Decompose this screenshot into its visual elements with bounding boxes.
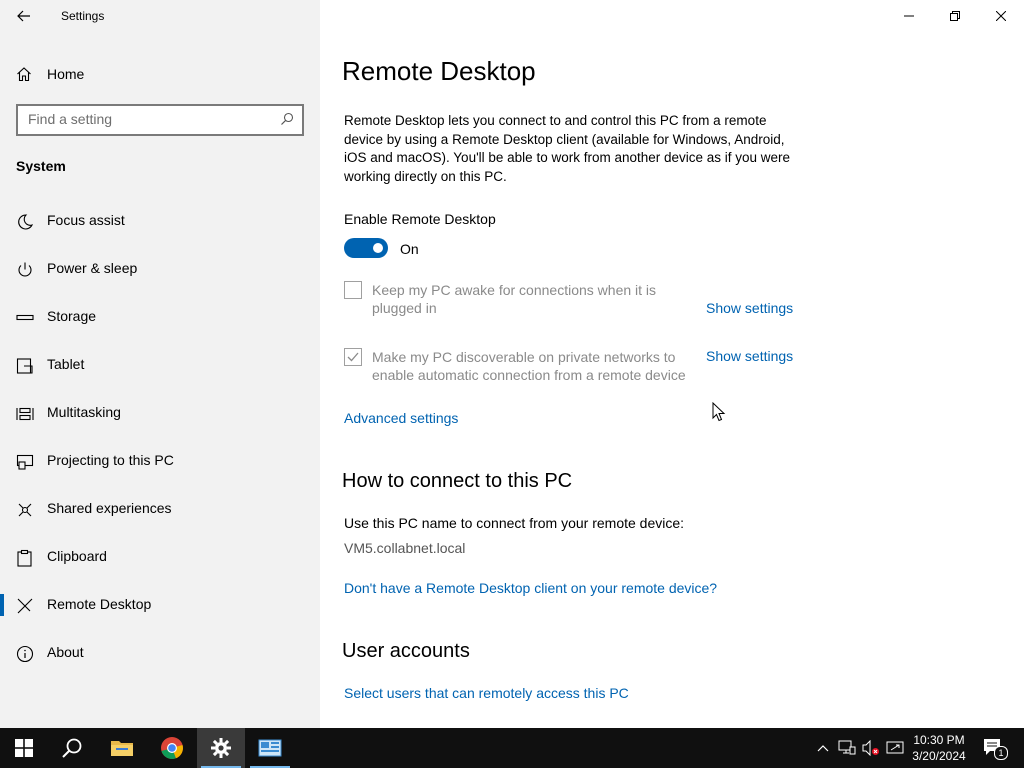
sidebar-item-label: Remote Desktop — [47, 596, 152, 612]
search-box[interactable] — [16, 104, 304, 136]
search-icon[interactable] — [280, 112, 294, 126]
main-content: Remote Desktop Remote Desktop lets you c… — [320, 0, 1024, 728]
keep-awake-label: Keep my PC awake for connections when it… — [372, 282, 657, 316]
storage-icon — [16, 314, 34, 321]
moon-icon — [18, 214, 34, 230]
toggle-state-label: On — [400, 241, 419, 257]
chrome-button[interactable] — [148, 728, 196, 768]
sidebar: Settings Home System Focus assist Power … — [0, 0, 320, 728]
sidebar-item-projecting[interactable]: Projecting to this PC — [0, 437, 320, 485]
sidebar-item-multitasking[interactable]: Multitasking — [0, 389, 320, 437]
sidebar-item-label: About — [47, 644, 84, 660]
sidebar-item-shared-experiences[interactable]: Shared experiences — [0, 485, 320, 533]
taskbar-search-button[interactable] — [48, 728, 96, 768]
pc-name: VM5.collabnet.local — [344, 540, 466, 556]
user-accounts-heading: User accounts — [342, 640, 470, 662]
volume-tray-button[interactable] — [861, 738, 881, 758]
enable-remote-desktop-toggle[interactable] — [344, 238, 388, 258]
connect-heading: How to connect to this PC — [342, 470, 573, 492]
projecting-icon — [16, 454, 34, 470]
settings-taskbar-button[interactable] — [197, 728, 245, 768]
sidebar-item-label: Focus assist — [47, 212, 125, 228]
sidebar-nav: Focus assist Power & sleep Storage Table… — [0, 197, 320, 677]
advanced-settings-link[interactable]: Advanced settings — [344, 410, 458, 426]
remote-desktop-app-button[interactable] — [246, 728, 294, 768]
clock-time: 10:30 PM — [913, 733, 965, 747]
network-tray-button[interactable] — [837, 738, 857, 758]
network-icon — [838, 740, 856, 755]
search-input[interactable] — [28, 111, 268, 127]
toggle-knob — [373, 243, 383, 253]
clock-date: 3/20/2024 — [912, 749, 966, 763]
discoverable-show-settings-link[interactable]: Show settings — [706, 348, 793, 364]
remote-desktop-icon — [17, 598, 33, 614]
sidebar-item-clipboard[interactable]: Clipboard — [0, 533, 320, 581]
sidebar-item-storage[interactable]: Storage — [0, 293, 320, 341]
connect-instructions: Use this PC name to connect from your re… — [344, 515, 685, 531]
action-center-button[interactable]: 1 — [982, 738, 1008, 760]
get-client-link[interactable]: Don't have a Remote Desktop client on yo… — [344, 580, 717, 596]
select-users-link[interactable]: Select users that can remotely access th… — [344, 685, 629, 701]
page-title: Remote Desktop — [342, 56, 536, 86]
gear-icon — [211, 738, 231, 758]
sidebar-item-focus-assist[interactable]: Focus assist — [0, 197, 320, 245]
remote-session-tray-button[interactable] — [885, 738, 905, 758]
checkmark-icon — [347, 352, 359, 362]
sidebar-item-tablet[interactable]: Tablet — [0, 341, 320, 389]
volume-muted-icon — [862, 740, 879, 756]
sidebar-item-about[interactable]: About — [0, 629, 320, 677]
folder-icon — [111, 741, 133, 756]
sidebar-item-label: Shared experiences — [47, 500, 172, 516]
enable-remote-desktop-label: Enable Remote Desktop — [344, 211, 496, 227]
sidebar-item-label: Multitasking — [47, 404, 121, 420]
windows-logo-icon — [15, 739, 33, 757]
system-clock[interactable]: 10:30 PM 3/20/2024 — [905, 732, 973, 764]
power-icon — [18, 262, 32, 277]
home-button[interactable]: Home — [16, 62, 304, 86]
section-label-system: System — [16, 158, 66, 174]
show-hidden-icons-button[interactable] — [813, 738, 833, 758]
chevron-up-icon — [817, 745, 829, 752]
notification-count-badge: 1 — [994, 746, 1008, 760]
discoverable-checkbox[interactable] — [344, 348, 362, 366]
app-title: Settings — [61, 9, 105, 23]
back-arrow-icon — [17, 10, 30, 22]
mouse-cursor-icon — [712, 402, 726, 422]
chrome-icon — [161, 737, 183, 760]
sidebar-item-label: Power & sleep — [47, 260, 138, 276]
home-label: Home — [47, 66, 85, 82]
search-icon — [62, 738, 82, 758]
keep-awake-checkbox[interactable] — [344, 281, 362, 299]
sidebar-item-remote-desktop[interactable]: Remote Desktop — [0, 581, 320, 629]
clipboard-icon — [17, 549, 32, 567]
sidebar-item-label: Clipboard — [47, 548, 107, 564]
info-icon — [16, 645, 34, 663]
shared-experiences-icon — [18, 503, 32, 517]
home-icon — [17, 67, 31, 82]
taskbar: 10:30 PM 3/20/2024 1 — [0, 728, 1024, 768]
tablet-icon — [16, 358, 33, 374]
sidebar-item-label: Tablet — [47, 356, 85, 372]
remote-session-icon — [886, 741, 904, 754]
sidebar-item-label: Storage — [47, 308, 97, 324]
page-description: Remote Desktop lets you connect to and c… — [344, 113, 791, 184]
keep-awake-show-settings-link[interactable]: Show settings — [706, 300, 793, 316]
file-explorer-button[interactable] — [98, 728, 146, 768]
remote-desktop-app-icon — [258, 739, 282, 757]
multitasking-icon — [16, 407, 34, 421]
discoverable-label: Make my PC discoverable on private netwo… — [372, 349, 686, 383]
sidebar-item-power-sleep[interactable]: Power & sleep — [0, 245, 320, 293]
sidebar-item-label: Projecting to this PC — [47, 452, 174, 468]
start-button[interactable] — [0, 728, 48, 768]
back-button[interactable] — [10, 4, 38, 28]
